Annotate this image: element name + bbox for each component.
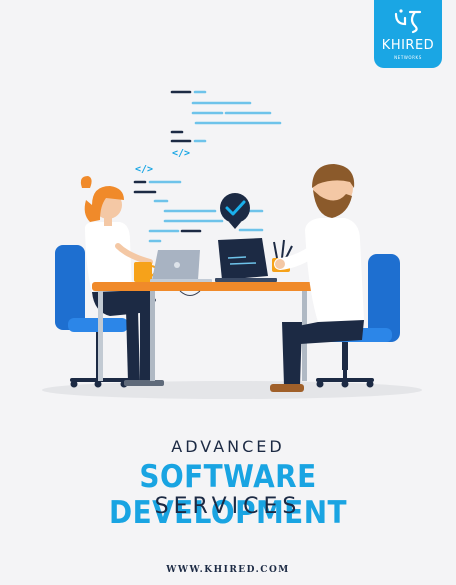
- code-tag-left: </>: [135, 164, 153, 175]
- man-developer: [270, 164, 364, 392]
- code-tag-top: </>: [172, 148, 190, 159]
- headline-line-services: SERVICES: [154, 494, 302, 519]
- website-link[interactable]: WWW.KHIRED.COM: [0, 565, 456, 575]
- headline-line-advanced: ADVANCED: [171, 437, 285, 456]
- checkmark-badge-icon: [220, 193, 250, 229]
- code-lines: [133, 90, 282, 243]
- left-laptop: [150, 250, 212, 283]
- right-laptop: [215, 238, 277, 282]
- developers-at-desk-illustration: </> </>: [42, 90, 422, 399]
